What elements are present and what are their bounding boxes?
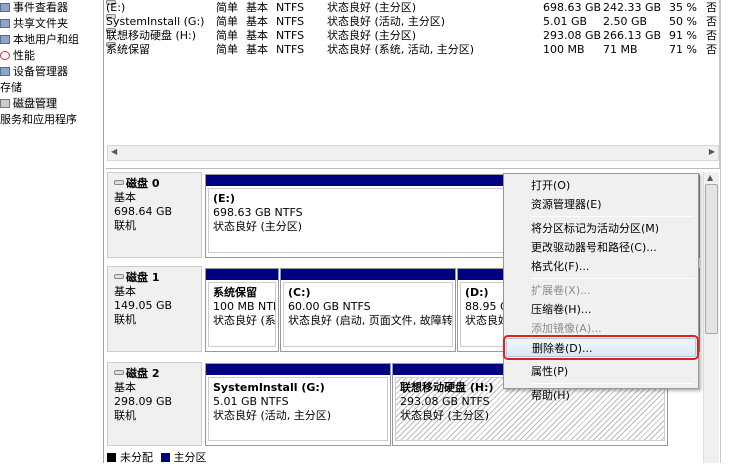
- disk-1-label[interactable]: 磁盘 1 基本 149.05 GB 联机: [107, 266, 202, 352]
- disk-0-label[interactable]: 磁盘 0 基本 698.64 GB 联机: [107, 172, 202, 258]
- menu-shrink-volume[interactable]: 压缩卷(H)...: [506, 300, 696, 319]
- menu-mark-active[interactable]: 将分区标记为活动分区(M): [506, 219, 696, 238]
- console-tree: 事件查看器 共享文件夹 本地用户和组 性能 设备管理器 存储 磁盘管理 服务和应…: [0, 0, 104, 463]
- device-manager-icon: [0, 67, 10, 76]
- menu-add-mirror: 添加镜像(A)...: [531, 322, 602, 335]
- event-viewer-icon: [0, 3, 10, 12]
- performance-icon: [0, 51, 10, 60]
- menu-open[interactable]: 打开(O): [506, 176, 696, 195]
- menu-separator: [531, 383, 694, 384]
- primary-swatch: [160, 453, 170, 462]
- disk-icon: [114, 274, 124, 279]
- disk-icon: [114, 180, 124, 185]
- unallocated-swatch: [107, 453, 116, 462]
- menu-separator: [531, 278, 694, 279]
- context-menu: 打开(O) 资源管理器(E) 将分区标记为活动分区(M) 更改驱动器号和路径(C…: [503, 173, 699, 402]
- partition-g[interactable]: SystemInstall (G:) 5.01 GB NTFS 状态良好 (活动, …: [205, 363, 391, 446]
- menu-help[interactable]: 帮助(H): [506, 386, 696, 405]
- scroll-up-icon[interactable]: ▲: [707, 173, 713, 182]
- tree-item-device-manager[interactable]: 设备管理器: [0, 64, 103, 80]
- tree-item-storage[interactable]: 存储: [0, 80, 103, 96]
- volume-row[interactable]: 系统保留 简单 基本 NTFS 状态良好 (系统, 活动, 主分区) 100 MB 71 M…: [106, 42, 720, 57]
- volume-row[interactable]: 联想移动硬盘 (H:) 简单 基本 NTFS 状态良好 (主分区) 293.08 GB 26…: [106, 28, 720, 43]
- tree-item-shared-folders[interactable]: 共享文件夹: [0, 16, 103, 32]
- shared-folder-icon: [0, 19, 10, 28]
- scrollbar-thumb[interactable]: [705, 184, 718, 334]
- partition-c[interactable]: (C:) 60.00 GB NTFS 状态良好 (启动, 页面文件, 故障转储: [280, 268, 456, 352]
- tree-item-performance[interactable]: 性能: [0, 48, 103, 64]
- partition-system-reserved[interactable]: 系统保留100 MB NTF状态良好 (系统: [205, 268, 279, 352]
- volume-row[interactable]: (E:) 简单 基本 NTFS 状态良好 (主分区) 698.63 GB 242.33 GB…: [106, 0, 720, 15]
- users-icon: [0, 35, 10, 44]
- tree-item-disk-management[interactable]: 磁盘管理: [0, 96, 103, 112]
- horizontal-scrollbar[interactable]: ◀ ▶: [107, 145, 719, 161]
- scroll-right-icon[interactable]: ▶: [709, 147, 715, 156]
- volume-list: (E:) 简单 基本 NTFS 状态良好 (主分区) 698.63 GB 242.33 GB…: [106, 0, 720, 145]
- menu-extend-volume: 扩展卷(X)...: [531, 284, 591, 297]
- menu-delete-volume[interactable]: 删除卷(D)...: [503, 335, 699, 360]
- vertical-scrollbar[interactable]: ▲: [703, 172, 719, 463]
- menu-explorer[interactable]: 资源管理器(E): [506, 195, 696, 214]
- menu-format[interactable]: 格式化(F)...: [506, 257, 696, 276]
- disk-icon: [0, 99, 10, 108]
- legend: 未分配 主分区: [107, 452, 207, 464]
- volume-row[interactable]: SystemInstall (G:) 简单 基本 NTFS 状态良好 (活动, 主分区)…: [106, 14, 720, 29]
- tree-item-local-users[interactable]: 本地用户和组: [0, 32, 103, 48]
- tree-item-event-viewer[interactable]: 事件查看器: [0, 0, 103, 16]
- menu-separator: [531, 359, 694, 360]
- scroll-left-icon[interactable]: ◀: [111, 147, 117, 156]
- menu-separator: [531, 216, 694, 217]
- menu-properties[interactable]: 属性(P): [506, 362, 696, 381]
- disk-icon: [114, 370, 124, 375]
- disk-2-label[interactable]: 磁盘 2 基本 298.09 GB 联机: [107, 362, 202, 446]
- tree-item-services[interactable]: 服务和应用程序: [0, 112, 103, 128]
- menu-change-drive-letter[interactable]: 更改驱动器号和路径(C)...: [506, 238, 696, 257]
